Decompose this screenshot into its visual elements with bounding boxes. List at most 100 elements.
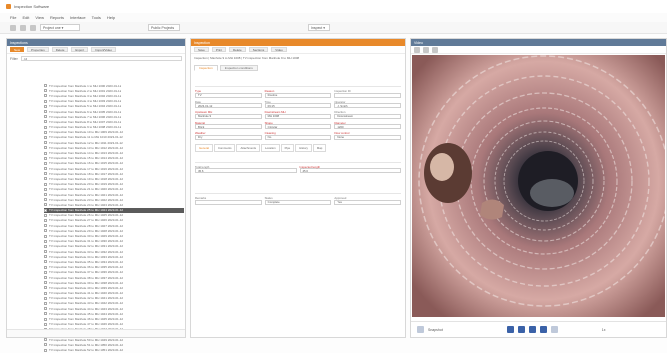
date-field[interactable]: 2023-01-12: [195, 103, 262, 108]
row-checkbox[interactable]: [44, 167, 47, 171]
zoom-icon[interactable]: [414, 46, 420, 53]
row-checkbox[interactable]: [44, 276, 47, 280]
inspected-length-field[interactable]: 45.6: [299, 168, 401, 173]
row-checkbox[interactable]: [44, 156, 47, 160]
video-frame[interactable]: [412, 55, 665, 317]
flow-control-field[interactable]: None: [334, 134, 402, 140]
save-button[interactable]: Save: [194, 47, 209, 52]
sections-button[interactable]: Sections: [248, 47, 269, 52]
downstream-mh-field[interactable]: MH 1008: [264, 113, 332, 119]
row-checkbox[interactable]: [44, 250, 47, 254]
row-checkbox[interactable]: [44, 224, 47, 228]
row-checkbox[interactable]: [44, 301, 47, 305]
row-checkbox[interactable]: [44, 130, 47, 134]
row-checkbox[interactable]: [44, 198, 47, 202]
row-checkbox[interactable]: [44, 348, 47, 352]
row-checkbox[interactable]: [44, 125, 47, 129]
time-field[interactable]: 09:15: [264, 103, 332, 108]
print-button[interactable]: Print: [211, 47, 227, 52]
menu-file[interactable]: File: [10, 15, 16, 20]
row-checkbox[interactable]: [44, 208, 47, 212]
properties-button[interactable]: Properties: [27, 47, 49, 52]
subtab-comments[interactable]: Comments: [213, 143, 236, 152]
new-inspection-button[interactable]: New: [10, 47, 25, 52]
row-checkbox[interactable]: [44, 239, 47, 243]
mode-select[interactable]: Inspect ▾: [308, 24, 330, 31]
capture-icon[interactable]: [423, 46, 429, 53]
rewind-icon[interactable]: [506, 326, 514, 333]
row-checkbox[interactable]: [44, 229, 47, 233]
play-icon[interactable]: [528, 326, 536, 333]
diameter-field[interactable]: 1200: [334, 124, 402, 129]
row-checkbox[interactable]: [44, 244, 47, 248]
weather-field[interactable]: Dry: [195, 134, 262, 140]
export-button[interactable]: Export: [71, 47, 89, 52]
open-icon[interactable]: [20, 24, 26, 31]
camera-icon[interactable]: [417, 326, 424, 333]
row-checkbox[interactable]: [44, 312, 47, 316]
row-checkbox[interactable]: [44, 110, 47, 114]
import-video-button[interactable]: Import/Video: [91, 47, 117, 52]
row-checkbox[interactable]: [44, 146, 47, 150]
row-checkbox[interactable]: [44, 115, 47, 119]
subtab-attachments[interactable]: Attachments: [236, 143, 261, 152]
row-checkbox[interactable]: [44, 104, 47, 108]
row-checkbox[interactable]: [44, 307, 47, 311]
remarks-field[interactable]: [195, 199, 262, 205]
settings-icon[interactable]: [432, 46, 438, 53]
menu-view[interactable]: View: [35, 15, 44, 20]
row-checkbox[interactable]: [44, 120, 47, 124]
row-checkbox[interactable]: [44, 343, 47, 347]
save-icon[interactable]: [30, 24, 36, 31]
filter-select[interactable]: Public Projects: [148, 24, 180, 31]
list-item[interactable]: TV inspection from Manhole 52 to MH 1051…: [44, 348, 184, 353]
inspection-id-field[interactable]: [334, 92, 402, 98]
row-checkbox[interactable]: [44, 213, 47, 217]
row-checkbox[interactable]: [44, 322, 47, 326]
cleaning-field[interactable]: No: [264, 134, 332, 140]
row-checkbox[interactable]: [44, 203, 47, 207]
row-checkbox[interactable]: [44, 286, 47, 290]
row-checkbox[interactable]: [44, 161, 47, 165]
row-checkbox[interactable]: [44, 89, 47, 93]
row-checkbox[interactable]: [44, 172, 47, 176]
row-checkbox[interactable]: [44, 338, 47, 342]
filter-input[interactable]: All: [20, 56, 182, 61]
row-checkbox[interactable]: [44, 270, 47, 274]
row-checkbox[interactable]: [44, 182, 47, 186]
fast-forward-icon[interactable]: [550, 326, 558, 333]
approved-field[interactable]: Yes: [334, 199, 402, 205]
subtab-pipe[interactable]: Pipe: [280, 143, 295, 152]
material-field[interactable]: Brick: [195, 124, 262, 129]
operator-field[interactable]: J. Smith: [334, 103, 402, 108]
menu-reports[interactable]: Reports: [50, 15, 64, 20]
row-checkbox[interactable]: [44, 177, 47, 181]
subtab-location[interactable]: Location: [261, 143, 280, 152]
row-checkbox[interactable]: [44, 255, 47, 259]
row-checkbox[interactable]: [44, 260, 47, 264]
step-back-icon[interactable]: [517, 326, 525, 333]
row-checkbox[interactable]: [44, 281, 47, 285]
menu-edit[interactable]: Edit: [22, 15, 29, 20]
step-forward-icon[interactable]: [539, 326, 547, 333]
row-checkbox[interactable]: [44, 291, 47, 295]
total-length-field[interactable]: 45.6: [195, 168, 297, 173]
video-button[interactable]: Video: [271, 47, 287, 52]
row-checkbox[interactable]: [44, 234, 47, 238]
row-checkbox[interactable]: [44, 296, 47, 300]
row-checkbox[interactable]: [44, 317, 47, 321]
upstream-mh-field[interactable]: Manhole 9: [195, 113, 262, 119]
reason-field[interactable]: Routine: [264, 92, 332, 98]
subtab-map[interactable]: Map: [312, 143, 327, 152]
type-field[interactable]: TV: [195, 92, 262, 98]
row-checkbox[interactable]: [44, 218, 47, 222]
direction-field[interactable]: Downstream: [334, 113, 402, 119]
row-checkbox[interactable]: [44, 265, 47, 269]
status-field[interactable]: Complete: [264, 199, 332, 205]
row-checkbox[interactable]: [44, 99, 47, 103]
shape-field[interactable]: Circular: [264, 124, 332, 129]
tab-inspection-conditions[interactable]: Inspection conditions: [219, 65, 258, 71]
row-checkbox[interactable]: [44, 84, 47, 88]
project-select[interactable]: Project one ▾: [40, 24, 80, 31]
row-checkbox[interactable]: [44, 141, 47, 145]
